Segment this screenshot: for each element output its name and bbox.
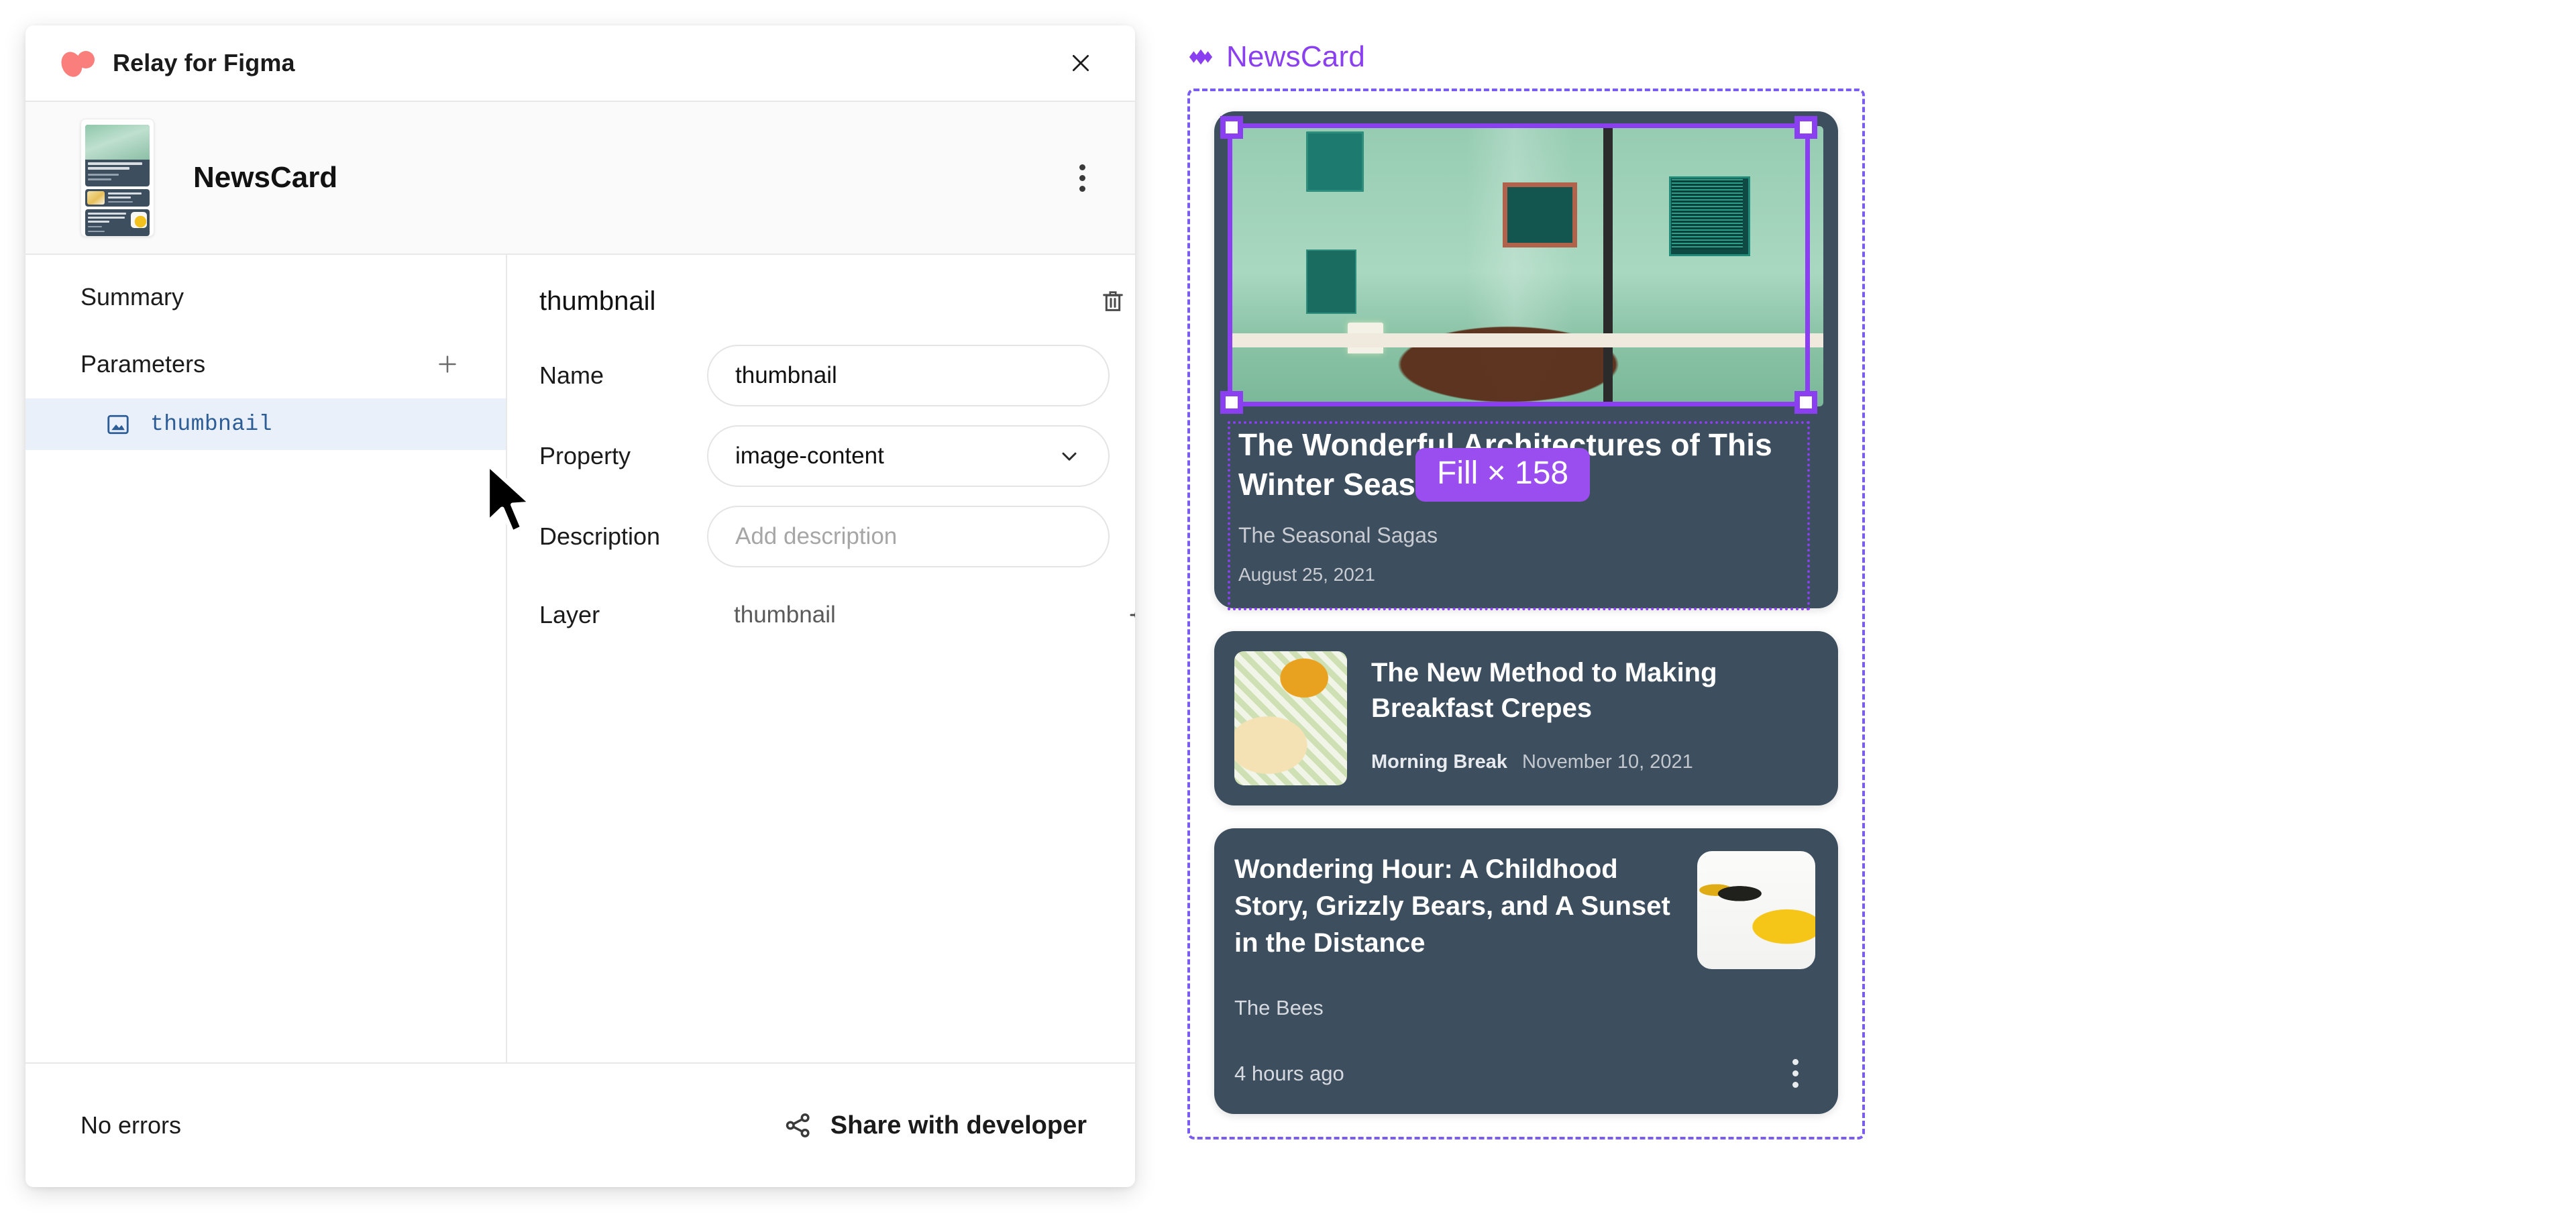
close-button[interactable]: [1057, 40, 1104, 87]
news-card-1[interactable]: The Wonderful Architectures of This Wint…: [1214, 111, 1838, 610]
component-header: NewsCard: [25, 102, 1135, 255]
property-select-value: image-content: [735, 443, 884, 469]
card-2-meta: Morning Break November 10, 2021: [1371, 751, 1818, 773]
form-row-property: Property image-content: [507, 416, 1135, 496]
summary-section-title[interactable]: Summary: [25, 264, 506, 330]
component-name: NewsCard: [193, 161, 338, 194]
sidebar-item-label: thumbnail: [150, 412, 272, 437]
close-icon: [1072, 54, 1089, 72]
plugin-footer: No errors Share with developer: [25, 1062, 1135, 1187]
card-2-source: Morning Break: [1371, 751, 1508, 773]
news-card-3[interactable]: Wondering Hour: A Childhood Story, Grizz…: [1214, 828, 1838, 1114]
add-parameter-button[interactable]: [429, 346, 466, 382]
locate-layer-button[interactable]: [1122, 594, 1135, 636]
plus-icon: [439, 355, 456, 373]
card-3-date: 4 hours ago: [1234, 1061, 1344, 1085]
relay-logo-icon: [60, 48, 95, 78]
fill-count-badge: Fill × 158: [1415, 448, 1591, 502]
card-1-image[interactable]: [1229, 126, 1823, 406]
card-3-menu-button[interactable]: [1775, 1054, 1815, 1094]
panel-body: Summary Parameters thumbnail thumbnail N…: [25, 255, 1135, 1062]
card-3-title: Wondering Hour: A Childhood Story, Grizz…: [1234, 854, 1670, 958]
card-3-bottom: 4 hours ago: [1234, 1054, 1815, 1094]
news-card-2[interactable]: The New Method to Making Breakfast Crepe…: [1214, 630, 1838, 805]
share-with-developer-button[interactable]: Share with developer: [777, 1103, 1093, 1148]
card-2-body: The New Method to Making Breakfast Crepe…: [1371, 651, 1818, 774]
form-row-layer: Layer thumbnail: [507, 577, 1135, 645]
relay-plugin-panel: Relay for Figma NewsCard Summary Paramet…: [25, 25, 1135, 1187]
newscard-frame[interactable]: The Wonderful Architectures of This Wint…: [1187, 89, 1865, 1139]
plugin-title-bar: Relay for Figma: [25, 25, 1135, 102]
card-2-title: The New Method to Making Breakfast Crepe…: [1371, 657, 1717, 723]
sidebar-item-thumbnail[interactable]: thumbnail: [25, 398, 506, 450]
component-thumbnail: [80, 119, 154, 237]
card-2-image[interactable]: [1234, 651, 1347, 785]
kebab-menu-icon: [1792, 1059, 1799, 1066]
detail-header: thumbnail: [507, 255, 1135, 335]
frame-label-text: NewsCard: [1226, 40, 1365, 73]
screen-root: Relay for Figma NewsCard Summary Paramet…: [0, 0, 2576, 1226]
card-1-source: The Seasonal Sagas: [1238, 522, 1438, 547]
trash-icon: [1103, 291, 1123, 311]
card-3-image[interactable]: [1697, 850, 1815, 969]
card-3-top: Wondering Hour: A Childhood Story, Grizz…: [1234, 850, 1815, 969]
card-2-date: November 10, 2021: [1522, 751, 1693, 773]
parameters-section-header: Parameters: [25, 330, 506, 398]
error-status: No errors: [80, 1111, 182, 1139]
card-1-date: August 25, 2021: [1238, 563, 1375, 585]
figma-canvas: NewsCard The Wonderful Architectures of …: [1187, 40, 1898, 1180]
name-field-label: Name: [539, 361, 604, 389]
parameter-detail-pane: thumbnail Name thumbnail Property image-…: [507, 255, 1135, 1062]
component-diamond-icon: [1189, 49, 1213, 65]
frame-label[interactable]: NewsCard: [1187, 40, 1898, 74]
description-input[interactable]: Add description: [707, 506, 1110, 567]
share-button-label: Share with developer: [830, 1111, 1087, 1139]
image-icon: [107, 414, 129, 434]
crosshair-target-icon: [1130, 612, 1135, 618]
layer-field-label: Layer: [539, 601, 600, 628]
kebab-menu-icon: [1079, 164, 1085, 170]
property-field-label: Property: [539, 442, 631, 469]
chevron-down-icon: [1062, 452, 1077, 461]
description-field-label: Description: [539, 522, 661, 550]
share-icon: [786, 1113, 810, 1137]
detail-title: thumbnail: [539, 286, 656, 316]
parameters-sidebar: Summary Parameters thumbnail: [25, 255, 507, 1062]
form-row-name: Name thumbnail: [507, 335, 1135, 416]
card-1-image-wrap: [1229, 126, 1823, 406]
property-select[interactable]: image-content: [707, 425, 1110, 487]
delete-parameter-button[interactable]: [1092, 280, 1134, 322]
card-3-source: The Bees: [1234, 995, 1324, 1019]
form-row-description: Description Add description: [507, 496, 1135, 577]
component-menu-button[interactable]: [1060, 156, 1104, 200]
plugin-title: Relay for Figma: [113, 49, 295, 76]
layer-value: thumbnail: [734, 602, 836, 628]
parameters-section-title: Parameters: [80, 350, 206, 378]
name-input[interactable]: thumbnail: [707, 345, 1110, 406]
